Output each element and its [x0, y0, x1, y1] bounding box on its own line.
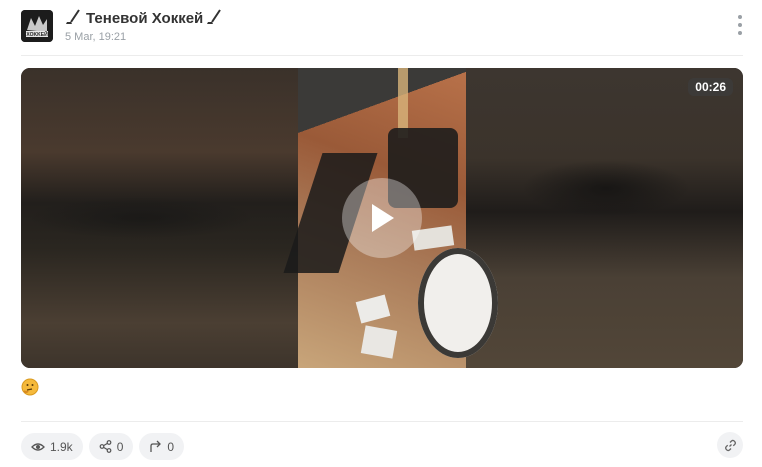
- post-date: 5 Mar, 19:21: [65, 31, 127, 43]
- forwards-count: 0: [167, 439, 175, 454]
- header-divider: [21, 55, 743, 56]
- forward-icon: [150, 440, 162, 452]
- thinking-face-icon[interactable]: [21, 378, 39, 396]
- video-duration: 00:26: [688, 78, 733, 96]
- footer-divider: [21, 421, 743, 422]
- eye-icon: [31, 442, 45, 451]
- avatar-logo-text: XOKKEЙ: [26, 30, 48, 38]
- shares-count: 0: [116, 439, 124, 454]
- views-count: 1.9k: [50, 439, 73, 454]
- post-header: XOKKEЙ Теневой Хоккей 5 Mar, 19:21: [21, 9, 743, 43]
- hockey-stick-icon: [206, 9, 224, 27]
- link-icon: [724, 439, 736, 451]
- shares-counter[interactable]: 0: [88, 433, 134, 460]
- share-icon: [99, 440, 112, 453]
- copy-link-button[interactable]: [717, 432, 743, 458]
- video-player[interactable]: 00:26: [21, 68, 743, 368]
- video-blur-left: [21, 68, 298, 368]
- channel-name: Теневой Хоккей: [86, 9, 204, 27]
- hockey-stick-icon: [65, 9, 83, 27]
- views-counter[interactable]: 1.9k: [21, 433, 83, 460]
- post-stats: 1.9k 0 0: [21, 433, 185, 460]
- kebab-menu-icon[interactable]: [737, 15, 743, 35]
- forwards-counter[interactable]: 0: [139, 433, 185, 460]
- video-blur-right: [466, 68, 743, 368]
- play-icon: [372, 204, 394, 232]
- channel-title[interactable]: Теневой Хоккей: [65, 9, 224, 27]
- play-button[interactable]: [342, 178, 422, 258]
- channel-avatar[interactable]: XOKKEЙ: [21, 10, 53, 42]
